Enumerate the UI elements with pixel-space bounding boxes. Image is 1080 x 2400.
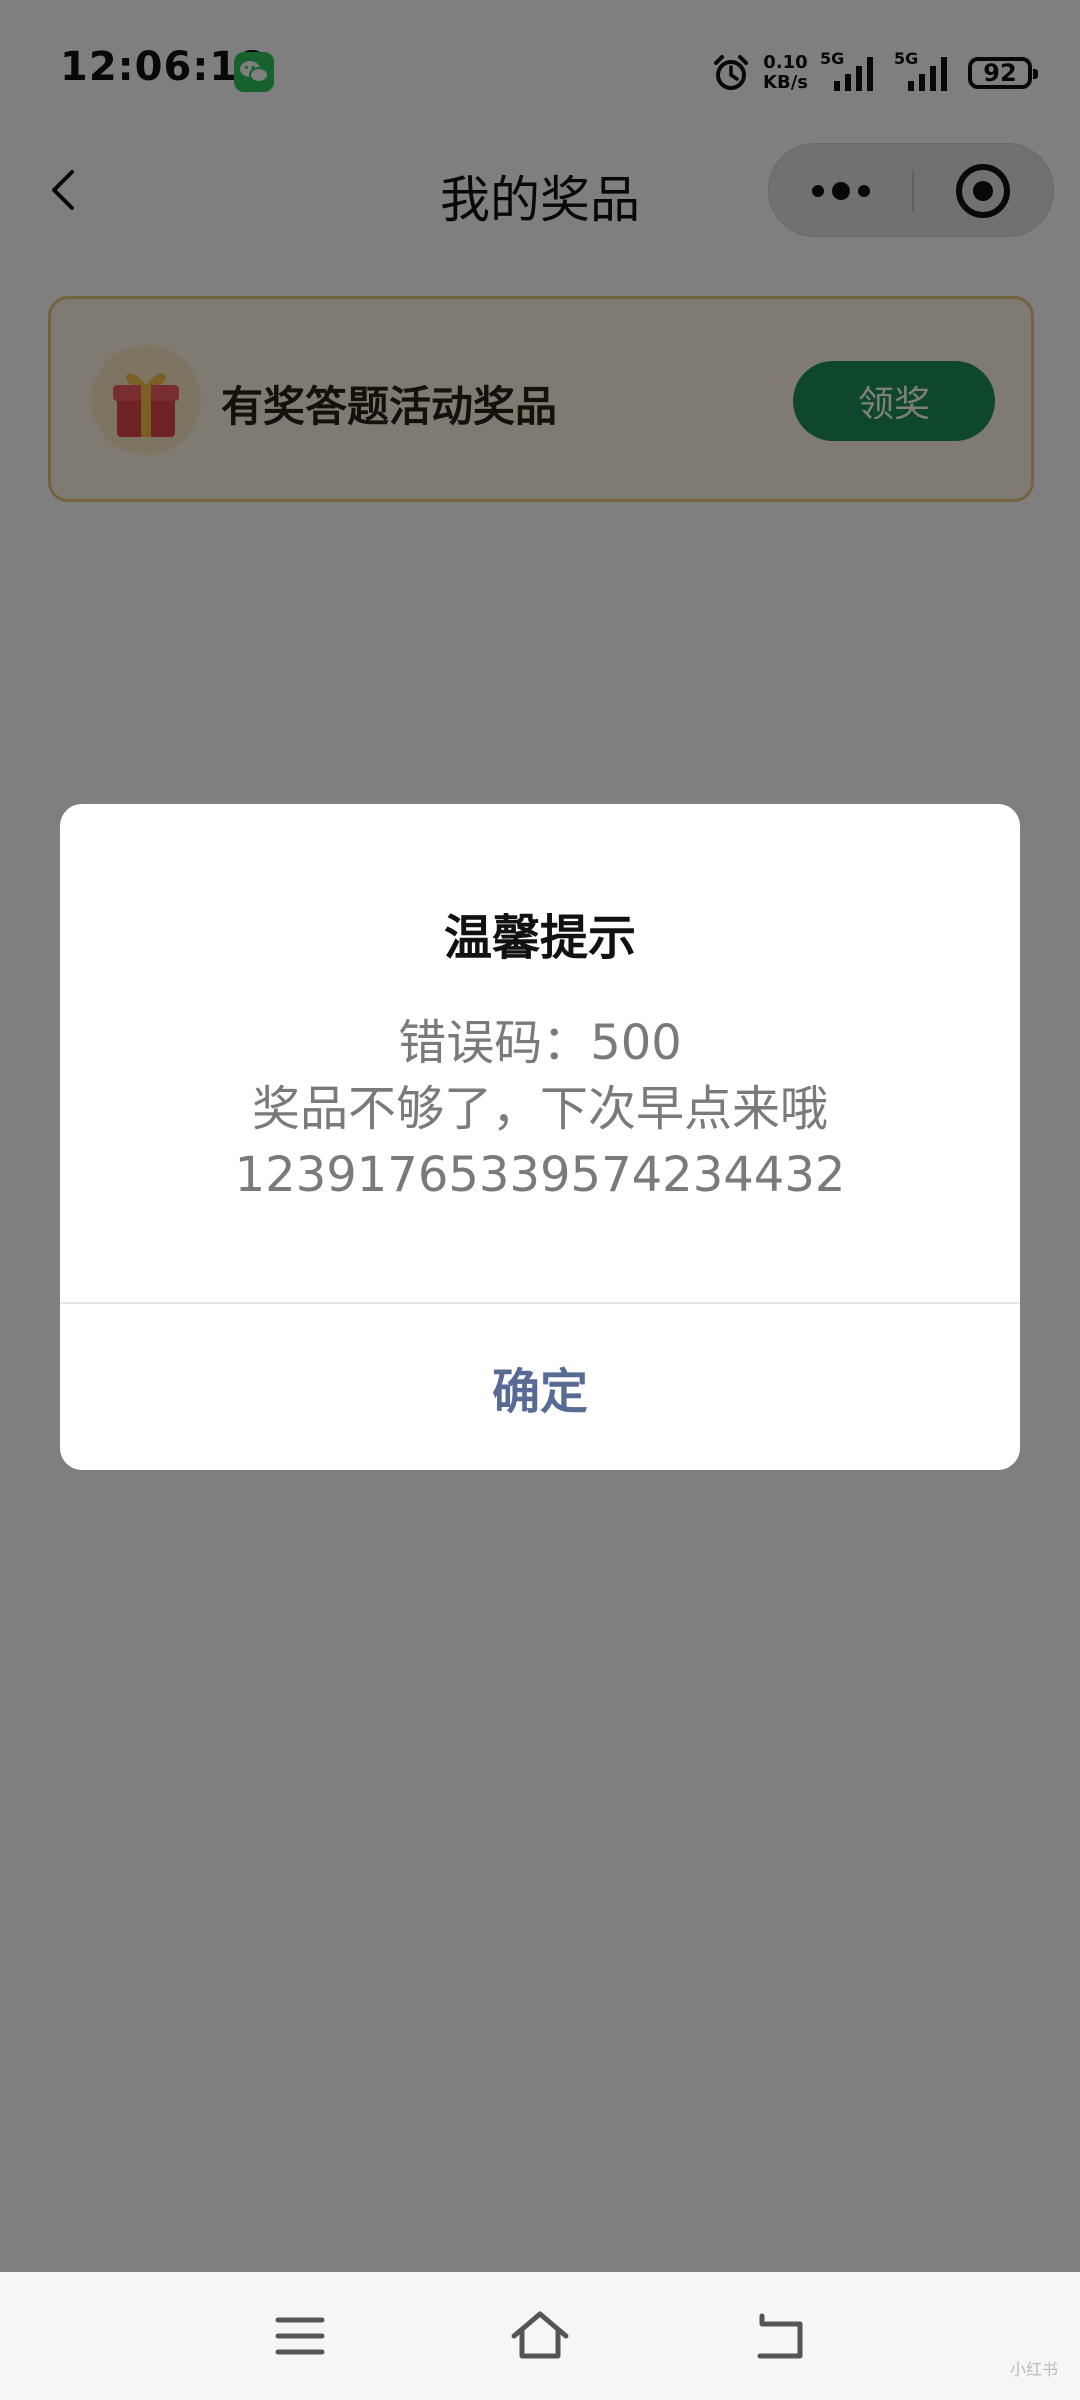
- error-code-line: 错误码：500: [398, 1015, 682, 1071]
- home-icon[interactable]: [508, 2304, 572, 2368]
- watermark: 小红书: [1009, 2360, 1058, 2379]
- alert-dialog: 温馨提示 错误码：500 奖品不够了，下次早点来哦 12391765339574…: [60, 804, 1020, 1470]
- back-icon[interactable]: [748, 2304, 812, 2368]
- confirm-button[interactable]: 确定: [60, 1304, 1020, 1470]
- message-line: 奖品不够了，下次早点来哦: [251, 1081, 828, 1137]
- dialog-title: 温馨提示: [443, 910, 636, 966]
- menu-icon[interactable]: [268, 2304, 332, 2368]
- dialog-message: 错误码：500 奖品不够了，下次早点来哦 1239176533957423443…: [60, 1010, 1020, 1208]
- trace-code-line: 12391765339574234432: [234, 1147, 846, 1203]
- system-nav-bar: [0, 2272, 1080, 2400]
